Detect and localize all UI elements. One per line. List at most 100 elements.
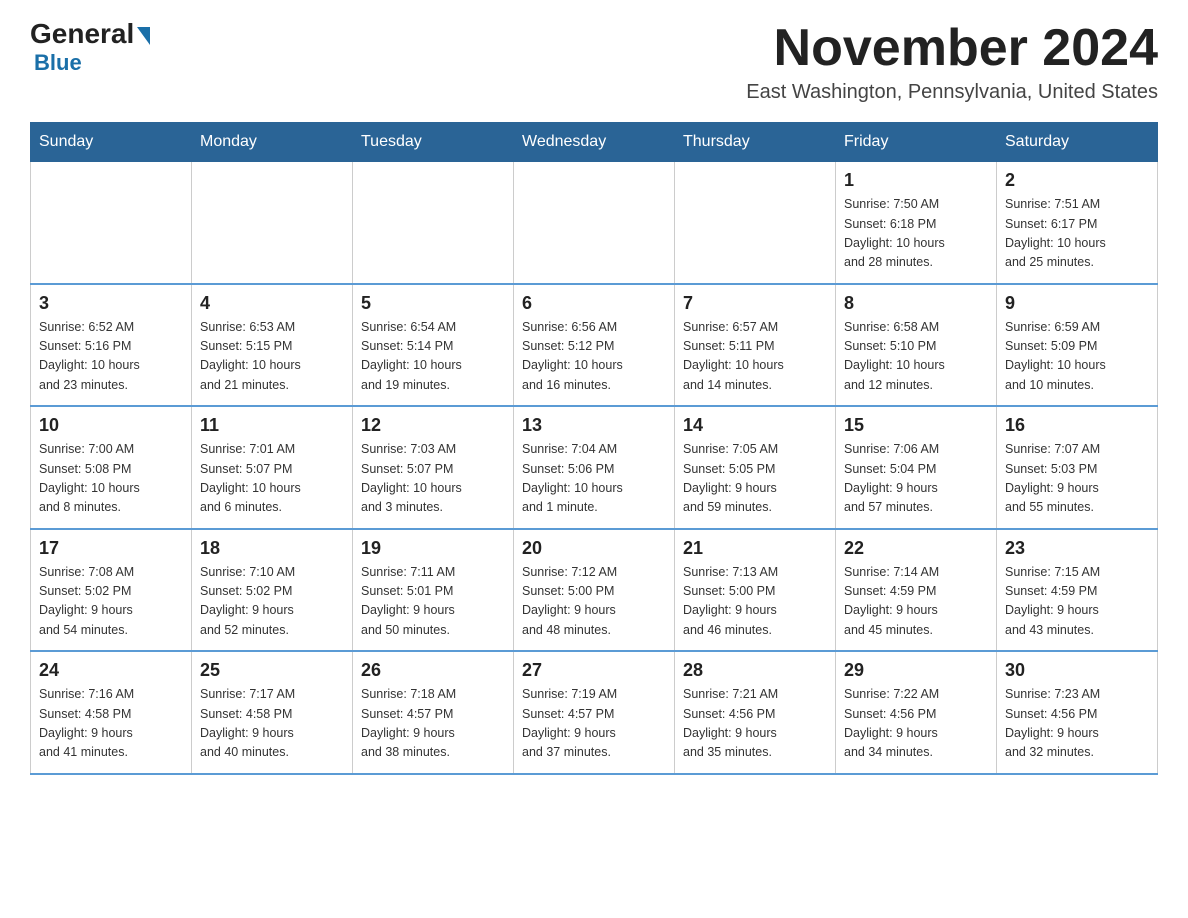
day-number: 29 (844, 660, 988, 681)
calendar-cell (675, 162, 836, 284)
day-info: Sunrise: 6:59 AM Sunset: 5:09 PM Dayligh… (1005, 318, 1149, 396)
day-info: Sunrise: 7:16 AM Sunset: 4:58 PM Dayligh… (39, 685, 183, 763)
calendar-cell: 18Sunrise: 7:10 AM Sunset: 5:02 PM Dayli… (192, 529, 353, 652)
calendar-cell: 27 Sunrise: 7:19 AM Sunset: 4:57 PM Dayli… (514, 651, 675, 774)
day-number: 1 (844, 170, 988, 191)
calendar-cell: 23 Sunrise: 7:15 AM Sunset: 4:59 PM Dayli… (997, 529, 1158, 652)
day-number: 4 (200, 293, 344, 314)
calendar-cell: 14 Sunrise: 7:05 AM Sunset: 5:05 PM Dayli… (675, 406, 836, 529)
logo-blue: Blue (30, 50, 82, 76)
calendar-cell: 2 Sunrise: 7:51 AM Sunset: 6:17 PM Daylig… (997, 162, 1158, 284)
day-number: 8 (844, 293, 988, 314)
calendar-cell: 29 Sunrise: 7:22 AM Sunset: 4:56 PM Dayli… (836, 651, 997, 774)
calendar-cell: 12Sunrise: 7:03 AM Sunset: 5:07 PM Dayli… (353, 406, 514, 529)
calendar-cell (192, 162, 353, 284)
day-info: Sunrise: 7:23 AM Sunset: 4:56 PM Dayligh… (1005, 685, 1149, 763)
day-number: 5 (361, 293, 505, 314)
calendar-cell: 22 Sunrise: 7:14 AM Sunset: 4:59 PM Dayli… (836, 529, 997, 652)
day-number: 22 (844, 538, 988, 559)
calendar-cell: 17 Sunrise: 7:08 AM Sunset: 5:02 PM Dayli… (31, 529, 192, 652)
day-number: 24 (39, 660, 183, 681)
calendar-cell: 7 Sunrise: 6:57 AM Sunset: 5:11 PM Daylig… (675, 284, 836, 407)
day-number: 9 (1005, 293, 1149, 314)
title-area: November 2024 East Washington, Pennsylva… (746, 20, 1158, 104)
day-info: Sunrise: 7:19 AM Sunset: 4:57 PM Dayligh… (522, 685, 666, 763)
calendar-table: SundayMondayTuesdayWednesdayThursdayFrid… (30, 122, 1158, 775)
calendar-cell: 28 Sunrise: 7:21 AM Sunset: 4:56 PM Dayli… (675, 651, 836, 774)
day-number: 19 (361, 538, 505, 559)
day-info: Sunrise: 6:57 AM Sunset: 5:11 PM Dayligh… (683, 318, 827, 396)
day-number: 18 (200, 538, 344, 559)
day-number: 21 (683, 538, 827, 559)
calendar-header-wednesday: Wednesday (514, 123, 675, 162)
day-number: 11 (200, 415, 344, 436)
day-number: 16 (1005, 415, 1149, 436)
logo: General Blue (30, 20, 150, 76)
day-info: Sunrise: 6:54 AM Sunset: 5:14 PM Dayligh… (361, 318, 505, 396)
day-info: Sunrise: 6:56 AM Sunset: 5:12 PM Dayligh… (522, 318, 666, 396)
day-info: Sunrise: 7:50 AM Sunset: 6:18 PM Dayligh… (844, 195, 988, 273)
calendar-header-saturday: Saturday (997, 123, 1158, 162)
day-info: Sunrise: 7:15 AM Sunset: 4:59 PM Dayligh… (1005, 563, 1149, 641)
calendar-cell: 13Sunrise: 7:04 AM Sunset: 5:06 PM Dayli… (514, 406, 675, 529)
day-number: 7 (683, 293, 827, 314)
calendar-cell: 8 Sunrise: 6:58 AM Sunset: 5:10 PM Daylig… (836, 284, 997, 407)
day-info: Sunrise: 7:14 AM Sunset: 4:59 PM Dayligh… (844, 563, 988, 641)
calendar-cell: 6 Sunrise: 6:56 AM Sunset: 5:12 PM Daylig… (514, 284, 675, 407)
day-number: 2 (1005, 170, 1149, 191)
day-info: Sunrise: 7:12 AM Sunset: 5:00 PM Dayligh… (522, 563, 666, 641)
day-info: Sunrise: 6:53 AM Sunset: 5:15 PM Dayligh… (200, 318, 344, 396)
day-number: 3 (39, 293, 183, 314)
day-info: Sunrise: 7:21 AM Sunset: 4:56 PM Dayligh… (683, 685, 827, 763)
day-info: Sunrise: 7:18 AM Sunset: 4:57 PM Dayligh… (361, 685, 505, 763)
day-info: Sunrise: 7:06 AM Sunset: 5:04 PM Dayligh… (844, 440, 988, 518)
day-number: 20 (522, 538, 666, 559)
calendar-cell: 15 Sunrise: 7:06 AM Sunset: 5:04 PM Dayli… (836, 406, 997, 529)
month-title: November 2024 (746, 20, 1158, 77)
day-number: 23 (1005, 538, 1149, 559)
calendar-header-friday: Friday (836, 123, 997, 162)
calendar-cell: 3 Sunrise: 6:52 AM Sunset: 5:16 PM Daylig… (31, 284, 192, 407)
day-info: Sunrise: 7:22 AM Sunset: 4:56 PM Dayligh… (844, 685, 988, 763)
calendar-cell: 21 Sunrise: 7:13 AM Sunset: 5:00 PM Dayli… (675, 529, 836, 652)
day-info: Sunrise: 7:07 AM Sunset: 5:03 PM Dayligh… (1005, 440, 1149, 518)
day-info: Sunrise: 6:52 AM Sunset: 5:16 PM Dayligh… (39, 318, 183, 396)
day-info: Sunrise: 6:58 AM Sunset: 5:10 PM Dayligh… (844, 318, 988, 396)
day-number: 25 (200, 660, 344, 681)
calendar-header-sunday: Sunday (31, 123, 192, 162)
day-number: 26 (361, 660, 505, 681)
day-number: 14 (683, 415, 827, 436)
calendar-cell (31, 162, 192, 284)
logo-general: General (30, 20, 150, 48)
calendar-cell: 19 Sunrise: 7:11 AM Sunset: 5:01 PM Dayli… (353, 529, 514, 652)
day-info: Sunrise: 7:08 AM Sunset: 5:02 PM Dayligh… (39, 563, 183, 641)
calendar-cell: 26 Sunrise: 7:18 AM Sunset: 4:57 PM Dayli… (353, 651, 514, 774)
calendar-header-thursday: Thursday (675, 123, 836, 162)
day-info: Sunrise: 7:04 AM Sunset: 5:06 PM Dayligh… (522, 440, 666, 518)
day-number: 6 (522, 293, 666, 314)
calendar-cell: 4 Sunrise: 6:53 AM Sunset: 5:15 PM Daylig… (192, 284, 353, 407)
calendar-cell: 1 Sunrise: 7:50 AM Sunset: 6:18 PM Daylig… (836, 162, 997, 284)
calendar-header-monday: Monday (192, 123, 353, 162)
calendar-week-row: 17 Sunrise: 7:08 AM Sunset: 5:02 PM Dayli… (31, 529, 1158, 652)
day-number: 10 (39, 415, 183, 436)
calendar-cell: 10Sunrise: 7:00 AM Sunset: 5:08 PM Dayli… (31, 406, 192, 529)
day-number: 27 (522, 660, 666, 681)
calendar-cell: 20 Sunrise: 7:12 AM Sunset: 5:00 PM Dayli… (514, 529, 675, 652)
day-number: 15 (844, 415, 988, 436)
day-info: Sunrise: 7:51 AM Sunset: 6:17 PM Dayligh… (1005, 195, 1149, 273)
day-number: 28 (683, 660, 827, 681)
day-number: 17 (39, 538, 183, 559)
calendar-week-row: 1 Sunrise: 7:50 AM Sunset: 6:18 PM Daylig… (31, 162, 1158, 284)
calendar-cell: 11Sunrise: 7:01 AM Sunset: 5:07 PM Dayli… (192, 406, 353, 529)
calendar-cell: 24 Sunrise: 7:16 AM Sunset: 4:58 PM Dayli… (31, 651, 192, 774)
day-info: Sunrise: 7:05 AM Sunset: 5:05 PM Dayligh… (683, 440, 827, 518)
calendar-cell (353, 162, 514, 284)
day-number: 30 (1005, 660, 1149, 681)
calendar-cell: 30 Sunrise: 7:23 AM Sunset: 4:56 PM Dayli… (997, 651, 1158, 774)
day-info: Sunrise: 7:13 AM Sunset: 5:00 PM Dayligh… (683, 563, 827, 641)
day-info: Sunrise: 7:11 AM Sunset: 5:01 PM Dayligh… (361, 563, 505, 641)
location-title: East Washington, Pennsylvania, United St… (746, 81, 1158, 104)
day-info: Sunrise: 7:03 AM Sunset: 5:07 PM Dayligh… (361, 440, 505, 518)
calendar-week-row: 3 Sunrise: 6:52 AM Sunset: 5:16 PM Daylig… (31, 284, 1158, 407)
